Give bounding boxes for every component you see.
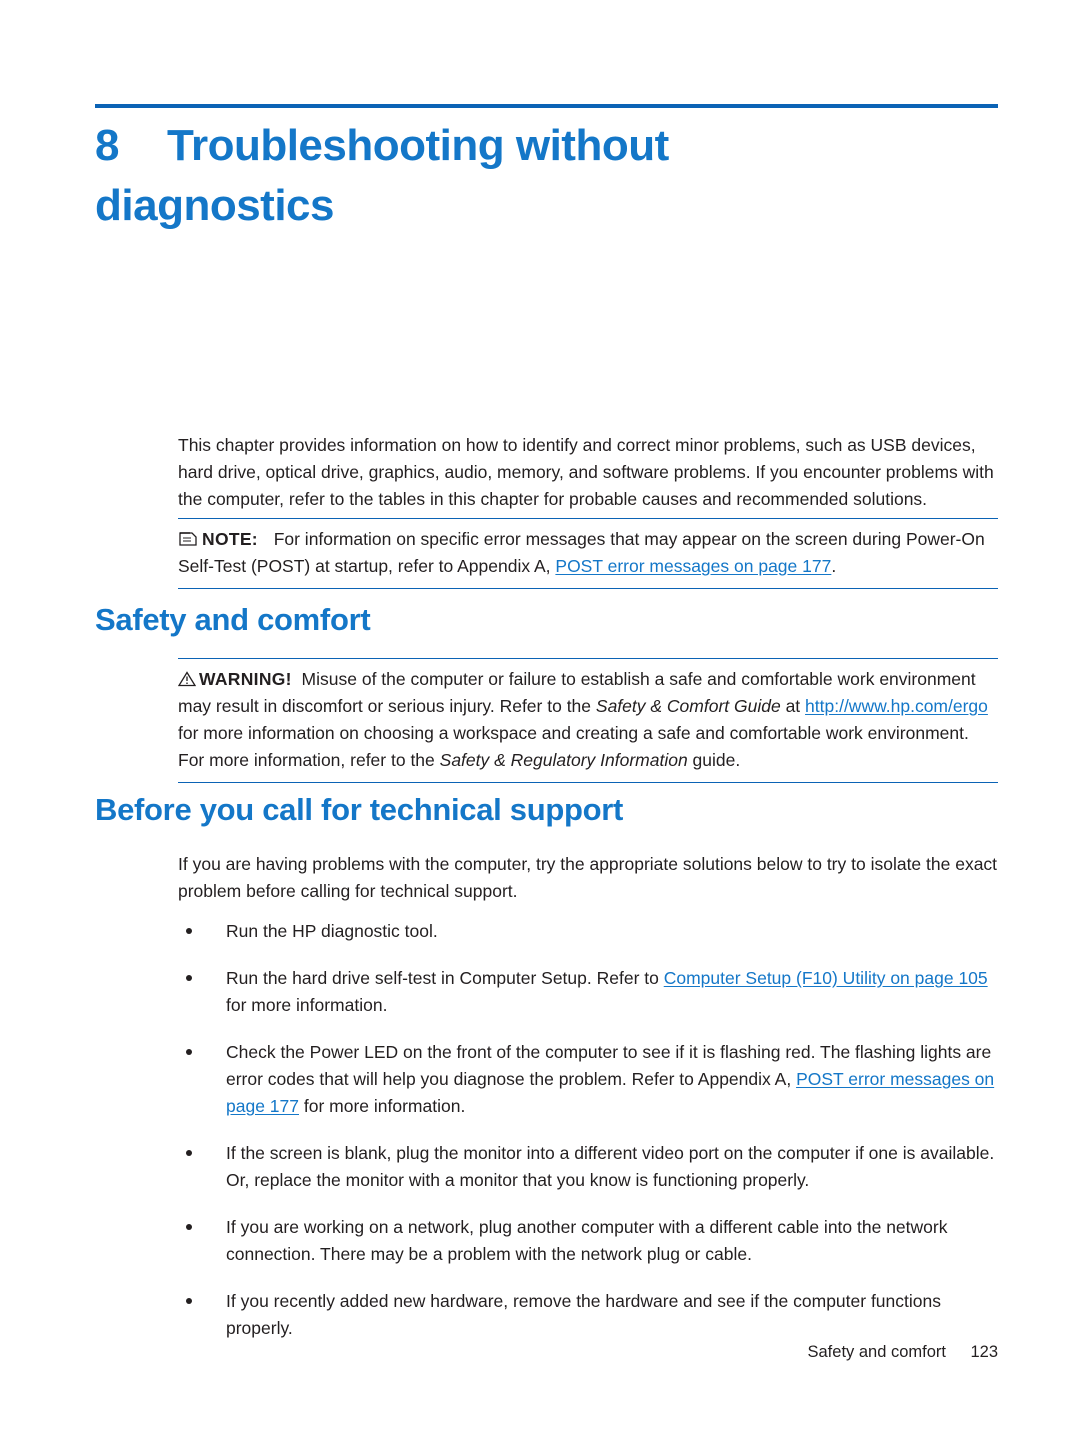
post-error-messages-link[interactable]: POST error messages on page 177 bbox=[555, 556, 831, 576]
before-support-paragraph: If you are having problems with the comp… bbox=[178, 854, 998, 901]
chapter-title: Troubleshooting without diagnostics bbox=[95, 121, 669, 230]
bullet-text-before-link: Run the HP diagnostic tool. bbox=[226, 921, 438, 941]
heading-before-you-call: Before you call for technical support bbox=[95, 792, 624, 827]
bullet-text-after-link: for more information. bbox=[299, 1096, 466, 1116]
list-item: Run the HP diagnostic tool. bbox=[178, 918, 1000, 945]
list-item: If you recently added new hardware, remo… bbox=[178, 1288, 1000, 1342]
warning-label: WARNING! bbox=[199, 669, 292, 689]
bullet-dot-icon bbox=[186, 928, 192, 934]
warning-italic-safety-comfort-guide: Safety & Comfort Guide bbox=[595, 696, 781, 716]
list-item: If the screen is blank, plug the monitor… bbox=[178, 1140, 1000, 1194]
warning-text-2: at bbox=[780, 696, 806, 716]
warning-italic-safety-regulatory-info: Safety & Regulatory Information bbox=[439, 750, 688, 770]
warning-triangle-icon bbox=[177, 668, 197, 687]
bullet-dot-icon bbox=[186, 1298, 192, 1304]
note-label: NOTE: bbox=[202, 529, 258, 549]
bullet-dot-icon bbox=[186, 1150, 192, 1156]
bullet-text-before-link: If you are working on a network, plug an… bbox=[226, 1217, 948, 1264]
document-page: 8 Troubleshooting without diagnostics Thi… bbox=[0, 0, 1080, 1437]
before-support-bullet-list: Run the HP diagnostic tool. Run the hard… bbox=[178, 918, 1000, 1362]
page-footer: Safety and comfort 123 bbox=[178, 1343, 999, 1362]
footer-page-number: 123 bbox=[970, 1343, 998, 1361]
bullet-dot-icon bbox=[186, 975, 192, 981]
bullet-text-before-link: Run the hard drive self-test in Computer… bbox=[226, 968, 664, 988]
bullet-dot-icon bbox=[186, 1049, 192, 1055]
bullet-text-after-link: for more information. bbox=[226, 995, 388, 1015]
chapter-number: 8 bbox=[95, 121, 119, 170]
note-text-after-link: . bbox=[831, 556, 837, 576]
note-callout: NOTE: For information on specific error … bbox=[178, 518, 998, 589]
bullet-text-before-link: If the screen is blank, plug the monitor… bbox=[226, 1143, 995, 1190]
bullet-text-before-link: If you recently added new hardware, remo… bbox=[226, 1291, 941, 1338]
bullet-dot-icon bbox=[186, 1224, 192, 1230]
warning-text-4: guide. bbox=[687, 750, 741, 770]
hp-ergo-link[interactable]: http://www.hp.com/ergo bbox=[805, 696, 988, 716]
chapter-heading: 8 Troubleshooting without diagnostics bbox=[95, 116, 795, 236]
chapter-rule bbox=[95, 104, 998, 108]
note-icon bbox=[178, 528, 198, 546]
warning-callout: WARNING! Misuse of the computer or failu… bbox=[177, 658, 998, 783]
list-item: Check the Power LED on the front of the … bbox=[178, 1039, 1000, 1120]
intro-paragraph: This chapter provides information on how… bbox=[178, 435, 994, 509]
heading-safety-and-comfort: Safety and comfort bbox=[95, 602, 371, 637]
list-item: If you are working on a network, plug an… bbox=[178, 1214, 1000, 1268]
footer-section-label: Safety and comfort bbox=[807, 1343, 947, 1361]
computer-setup-f10-link[interactable]: Computer Setup (F10) Utility on page 105 bbox=[664, 968, 988, 988]
list-item: Run the hard drive self-test in Computer… bbox=[178, 965, 1000, 1019]
